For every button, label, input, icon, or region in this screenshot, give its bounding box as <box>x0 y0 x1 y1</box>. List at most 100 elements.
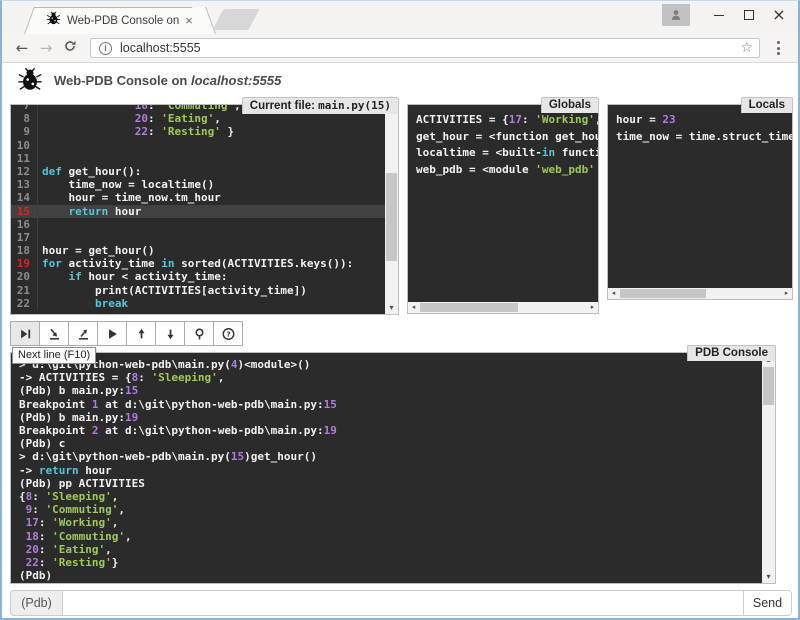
line-number: 18 <box>11 244 38 257</box>
minimize-icon <box>714 15 724 16</box>
editor-scrollbar[interactable]: ▾ <box>385 105 398 314</box>
console-line: {8: 'Sleeping', <box>19 490 762 503</box>
help-button[interactable]: ? <box>213 321 243 346</box>
arrow-down-icon <box>163 327 178 341</box>
code-line: 22 break <box>11 297 385 310</box>
close-button[interactable]: × <box>764 2 794 28</box>
back-button[interactable]: ← <box>10 39 34 57</box>
line-number: 8 <box>11 112 38 125</box>
code-line: 9 22: 'Resting' } <box>11 125 385 138</box>
step-out-icon <box>76 327 91 341</box>
globals-lines: ACTIVITIES = {17: 'Working', 18: 'Commut… <box>408 105 598 302</box>
code-line: 11 <box>11 152 385 165</box>
code-line: 15 return hour <box>11 205 385 218</box>
console-line: > d:\git\python-web-pdb\main.py(4)<modul… <box>19 358 762 371</box>
favicon-bug-icon <box>46 11 61 31</box>
debug-toolbar: ? <box>10 321 243 346</box>
reload-button[interactable] <box>58 39 82 57</box>
console-line: Breakpoint 2 at d:\git\python-web-pdb\ma… <box>19 424 762 437</box>
frame-down-button[interactable] <box>155 321 185 346</box>
line-number: 20 <box>11 270 38 283</box>
console-line: -> ACTIVITIES = {8: 'Sleeping', <box>19 371 762 384</box>
maximize-button[interactable] <box>734 2 764 28</box>
line-number: 15 <box>11 205 38 218</box>
locals-scrollbar[interactable]: ◂ ▸ <box>608 288 792 299</box>
code-line: 8 20: 'Eating', <box>11 112 385 125</box>
code-line: 21 print(ACTIVITIES[activity_time]) <box>11 284 385 297</box>
scrollbar-thumb[interactable] <box>420 303 518 312</box>
code-line: 20 if hour < activity_time: <box>11 270 385 283</box>
step-next-icon <box>18 327 33 341</box>
step-into-button[interactable] <box>39 321 69 346</box>
page-title: Web-PDB Console on localhost:5555 <box>54 73 281 88</box>
code-line: 18hour = get_hour() <box>11 244 385 257</box>
where-button[interactable] <box>184 321 214 346</box>
scrollbar-thumb[interactable] <box>763 367 774 405</box>
bookmark-star-icon[interactable]: ☆ <box>740 40 753 56</box>
scroll-right-icon[interactable]: ▸ <box>587 302 598 313</box>
tab-close-icon[interactable]: × <box>182 14 196 28</box>
browser-menu-button[interactable] <box>766 36 790 60</box>
locals-line: hour = 23 <box>616 112 792 129</box>
console-lines: > d:\git\python-web-pdb\main.py(4)<modul… <box>11 353 762 583</box>
page-info-icon[interactable]: i <box>99 42 112 55</box>
address-bar[interactable]: i localhost:5555 ☆ <box>90 38 760 58</box>
console-line: -> return hour <box>19 464 762 477</box>
scrollbar-thumb[interactable] <box>386 173 397 261</box>
return-button[interactable] <box>68 321 98 346</box>
line-number: 7 <box>11 105 38 112</box>
profile-button[interactable] <box>662 4 690 26</box>
reload-icon <box>63 39 77 53</box>
forward-button[interactable]: → <box>34 39 58 57</box>
line-number: 16 <box>11 218 38 231</box>
locals-panel: Locals hour = 23time_now = time.struct_t… <box>607 104 793 300</box>
console-line: (Pdb) b main.py:19 <box>19 411 762 424</box>
new-tab-button[interactable] <box>212 9 259 30</box>
maximize-icon <box>744 10 754 20</box>
command-input-group: (Pdb) Send <box>10 590 792 616</box>
arrow-up-icon <box>134 327 149 341</box>
console-line: (Pdb) pp ACTIVITIES <box>19 477 762 490</box>
scroll-left-icon[interactable]: ◂ <box>608 288 619 299</box>
line-number: 13 <box>11 178 38 191</box>
scroll-left-icon[interactable]: ◂ <box>408 302 419 313</box>
person-icon <box>669 8 683 22</box>
window-controls: × <box>662 1 794 29</box>
globals-scrollbar[interactable]: ◂ ▸ <box>408 302 598 313</box>
browser-titlebar: Web-PDB Console on loc × × <box>2 1 798 34</box>
step-into-icon <box>47 327 62 341</box>
scrollbar-thumb[interactable] <box>620 289 706 298</box>
marker-icon <box>192 327 207 341</box>
pdb-prompt-label: (Pdb) <box>10 590 62 616</box>
page-header: Web-PDB Console on localhost:5555 <box>2 63 798 97</box>
tab-title: Web-PDB Console on loc <box>67 15 182 27</box>
line-number: 19 <box>11 257 38 270</box>
scroll-down-icon[interactable]: ▾ <box>762 570 775 583</box>
frame-up-button[interactable] <box>126 321 156 346</box>
console-line: 20: 'Eating', <box>19 543 762 556</box>
scroll-right-icon[interactable]: ▸ <box>781 288 792 299</box>
code-line: 17 <box>11 231 385 244</box>
send-button[interactable]: Send <box>744 590 792 616</box>
next-line-button[interactable] <box>10 321 40 346</box>
url-text: localhost:5555 <box>120 41 201 55</box>
minimize-button[interactable] <box>704 2 734 28</box>
tab-top-border <box>34 7 206 8</box>
close-icon: × <box>772 10 785 20</box>
globals-line: get_hour = <function get_hour at 0x00000… <box>416 129 598 146</box>
help-icon: ? <box>221 327 236 341</box>
code-line: 12def get_hour(): <box>11 165 385 178</box>
console-scrollbar[interactable]: ▴ ▾ <box>762 353 775 583</box>
scroll-down-icon[interactable]: ▾ <box>385 301 398 314</box>
console-line: 18: 'Commuting', <box>19 530 762 543</box>
web-pdb-bug-icon <box>16 67 44 93</box>
code-line: 14 hour = time_now.tm_hour <box>11 191 385 204</box>
globals-line: ACTIVITIES = {17: 'Working', 18: 'Commut… <box>416 112 598 129</box>
browser-tab[interactable]: Web-PDB Console on loc × <box>38 7 202 34</box>
line-number: 12 <box>11 165 38 178</box>
console-line: > d:\git\python-web-pdb\main.py(15)get_h… <box>19 450 762 463</box>
continue-button[interactable] <box>97 321 127 346</box>
console-line: 9: 'Commuting', <box>19 503 762 516</box>
line-number: 21 <box>11 284 38 297</box>
command-input[interactable] <box>62 590 744 616</box>
